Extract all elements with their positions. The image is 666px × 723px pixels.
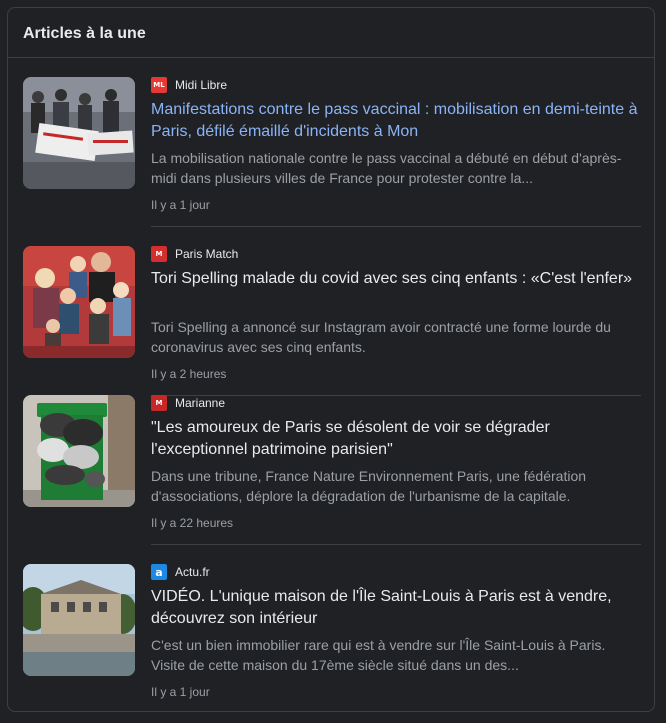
article-item[interactable]: ML Midi Libre Manifestations contre le p… bbox=[23, 77, 641, 227]
house-photo-icon bbox=[23, 564, 135, 676]
article-timestamp: Il y a 1 jour bbox=[151, 198, 210, 212]
paris-match-favicon-icon: M bbox=[151, 246, 167, 262]
article-timestamp: Il y a 2 heures bbox=[151, 367, 227, 381]
family-photo-icon bbox=[23, 246, 135, 358]
article-source: a Actu.fr bbox=[151, 564, 210, 580]
article-thumbnail[interactable] bbox=[23, 246, 135, 358]
article-snippet: Tori Spelling a annoncé sur Instagram av… bbox=[151, 319, 611, 355]
trash-bin-photo-icon bbox=[23, 395, 135, 507]
article-timestamp: Il y a 22 heures bbox=[151, 516, 234, 530]
article-headline-link[interactable]: "Les amoureux de Paris se désolent de vo… bbox=[151, 417, 641, 461]
marianne-favicon-icon: M bbox=[151, 395, 167, 411]
article-headline-link[interactable]: VIDÉO. L'unique maison de l'Île Saint-Lo… bbox=[151, 586, 641, 630]
article-thumbnail[interactable] bbox=[23, 564, 135, 676]
article-snippet: Dans une tribune, France Nature Environn… bbox=[151, 468, 587, 504]
source-name: Marianne bbox=[175, 396, 226, 410]
top-stories-card: Articles à la une ML Midi Libre Manifest… bbox=[7, 7, 655, 712]
article-snippet: La mobilisation nationale contre le pass… bbox=[151, 150, 622, 186]
midi-libre-favicon-icon: ML bbox=[151, 77, 167, 93]
article-thumbnail[interactable] bbox=[23, 77, 135, 189]
article-headline-link[interactable]: Tori Spelling malade du covid avec ses c… bbox=[151, 268, 641, 290]
article-source: M Paris Match bbox=[151, 246, 238, 262]
article-divider bbox=[151, 544, 641, 545]
protest-photo-icon bbox=[23, 77, 135, 189]
article-divider bbox=[151, 226, 641, 227]
article-source: ML Midi Libre bbox=[151, 77, 227, 93]
card-title: Articles à la une bbox=[23, 25, 146, 42]
article-timestamp: Il y a 1 jour bbox=[151, 685, 210, 699]
article-item[interactable]: M Marianne "Les amoureux de Paris se dés… bbox=[23, 395, 641, 545]
article-source: M Marianne bbox=[151, 395, 225, 411]
article-item[interactable]: M Paris Match Tori Spelling malade du co… bbox=[23, 246, 641, 396]
source-name: Actu.fr bbox=[175, 565, 210, 579]
article-item[interactable]: a Actu.fr VIDÉO. L'unique maison de l'Îl… bbox=[23, 564, 641, 714]
article-headline-link[interactable]: Manifestations contre le pass vaccinal :… bbox=[151, 99, 641, 143]
article-thumbnail[interactable] bbox=[23, 395, 135, 507]
source-name: Paris Match bbox=[175, 247, 239, 261]
article-snippet: C'est un bien immobilier rare qui est à … bbox=[151, 637, 606, 673]
actu-fr-favicon-icon: a bbox=[151, 564, 167, 580]
header-divider bbox=[8, 57, 654, 58]
source-name: Midi Libre bbox=[175, 78, 228, 92]
